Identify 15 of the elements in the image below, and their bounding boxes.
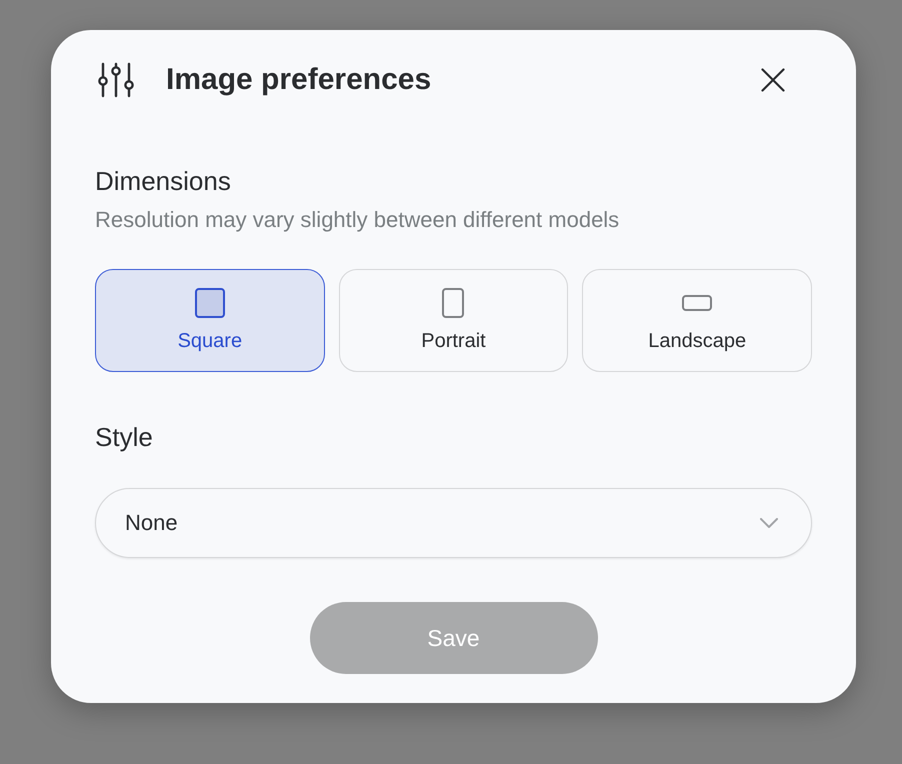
square-icon	[194, 288, 225, 318]
dimension-option[interactable]: Square	[95, 269, 325, 372]
style-dropdown[interactable]: None	[95, 488, 812, 558]
dialog-title: Image preferences	[166, 62, 432, 98]
section-hint: Resolution may vary slightly between different models	[95, 206, 620, 234]
close-icon	[761, 68, 785, 92]
dimension-option[interactable]: Landscape	[582, 269, 812, 372]
portrait-rectangle-icon	[442, 288, 464, 318]
chevron-down-icon	[760, 518, 778, 528]
sliders-icon	[97, 62, 135, 98]
dimension-option[interactable]: Portrait	[338, 269, 568, 372]
dropdown-value: None	[125, 509, 178, 537]
landscape-rectangle-icon	[682, 294, 712, 310]
section-label: Dimensions	[95, 165, 231, 197]
section-label: Style	[95, 421, 153, 453]
